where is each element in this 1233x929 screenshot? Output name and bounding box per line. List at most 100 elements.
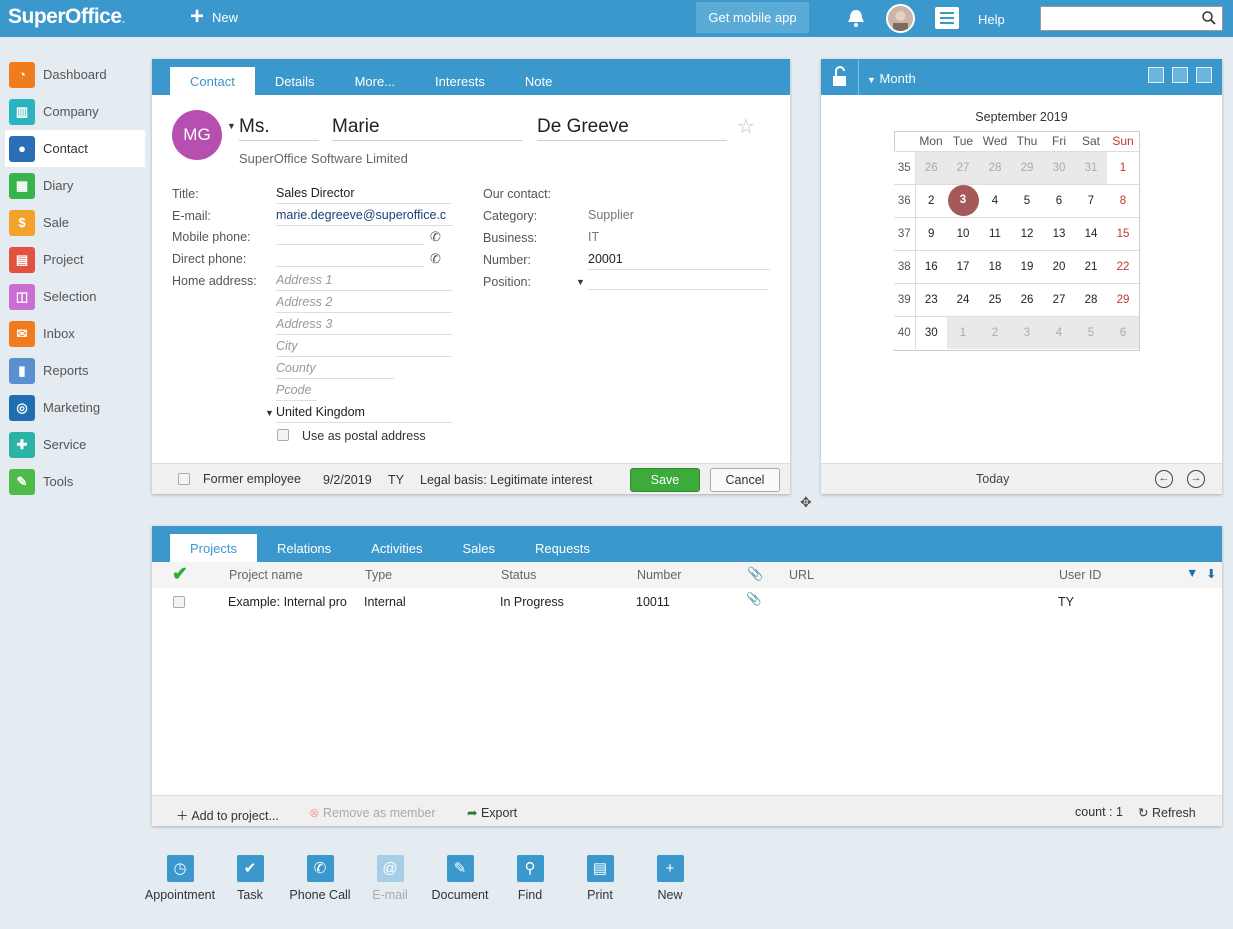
lock-icon[interactable] <box>821 59 859 95</box>
cell-project-name[interactable]: Example: Internal pro <box>228 595 350 609</box>
our-contact-field[interactable] <box>588 186 768 204</box>
calendar-day[interactable]: 27 <box>947 150 979 184</box>
action-new-button[interactable]: + New <box>630 855 710 902</box>
calendar-day[interactable]: 30 <box>915 315 947 349</box>
col-project-name[interactable]: Project name <box>229 568 303 582</box>
cancel-button[interactable]: Cancel <box>710 468 780 492</box>
calendar-day[interactable]: 3 <box>947 183 979 217</box>
salutation-dropdown-icon[interactable]: ▼ <box>227 121 236 131</box>
sidebar-item-diary[interactable]: ▦ Diary <box>5 167 145 204</box>
sidebar-item-company[interactable]: ▥ Company <box>5 93 145 130</box>
calendar-day[interactable]: 3 <box>1011 315 1043 349</box>
select-all-check-icon[interactable]: ✔ <box>172 563 188 586</box>
today-button[interactable]: Today <box>976 472 1009 486</box>
user-avatar[interactable] <box>886 4 915 33</box>
calendar-day[interactable]: 4 <box>1043 315 1075 349</box>
address2-field[interactable]: Address 2 <box>276 295 452 313</box>
first-name-field[interactable]: Marie <box>332 116 522 141</box>
calendar-day[interactable]: 4 <box>979 183 1011 217</box>
person-icon[interactable] <box>1148 67 1164 83</box>
calendar-day[interactable]: 10 <box>947 216 979 250</box>
calendar-day[interactable]: 26 <box>1011 282 1043 316</box>
business-field[interactable]: IT <box>588 230 768 248</box>
action-task-button[interactable]: ✔ Task <box>210 855 290 902</box>
tab-projects[interactable]: Projects <box>170 534 257 562</box>
legal-basis[interactable]: Legal basis: Legitimate interest <box>420 473 592 487</box>
paperclip-icon[interactable]: 📎 <box>747 566 763 582</box>
category-field[interactable]: Supplier <box>588 208 768 226</box>
tab-note[interactable]: Note <box>505 67 572 95</box>
week-number[interactable]: 40 <box>894 315 916 349</box>
calendar-day[interactable]: 1 <box>947 315 979 349</box>
attachment-icon[interactable]: 📎 <box>746 592 762 607</box>
zoom-icon[interactable] <box>1196 67 1212 83</box>
email-field[interactable]: marie.degreeve@superoffice.c <box>276 208 453 226</box>
sidebar-item-reports[interactable]: ▮ Reports <box>5 352 145 389</box>
week-number[interactable]: 36 <box>894 183 916 217</box>
refresh-button[interactable]: ↻ Refresh <box>1138 805 1196 820</box>
calendar-day[interactable]: 18 <box>979 249 1011 283</box>
sidebar-item-service[interactable]: ✚ Service <box>5 426 145 463</box>
save-button[interactable]: Save <box>630 468 700 492</box>
calendar-day[interactable]: 22 <box>1107 249 1139 283</box>
calendar-day[interactable]: 24 <box>947 282 979 316</box>
calendar-day[interactable]: 7 <box>1075 183 1107 217</box>
calendar-day[interactable]: 1 <box>1107 150 1139 184</box>
calendar-day[interactable]: 28 <box>979 150 1011 184</box>
calendar-day[interactable]: 17 <box>947 249 979 283</box>
county-field[interactable]: County <box>276 361 394 379</box>
sidebar-item-marketing[interactable]: ◎ Marketing <box>5 389 145 426</box>
sidebar-item-inbox[interactable]: ✉ Inbox <box>5 315 145 352</box>
week-number[interactable]: 35 <box>894 150 916 184</box>
search-icon[interactable] <box>1201 10 1217 26</box>
calendar-day[interactable]: 6 <box>1043 183 1075 217</box>
action-document-button[interactable]: ✎ Document <box>420 855 500 902</box>
bell-icon[interactable] <box>845 7 867 32</box>
calendar-day[interactable]: 20 <box>1043 249 1075 283</box>
tab-relations[interactable]: Relations <box>257 534 351 562</box>
arrow-left-icon[interactable]: ← <box>1155 470 1173 488</box>
col-user-id[interactable]: User ID <box>1059 568 1101 582</box>
remove-member-button[interactable]: ⊗ Remove as member <box>309 805 436 820</box>
calendar-day[interactable]: 11 <box>979 216 1011 250</box>
sidebar-item-contact[interactable]: ● Contact <box>5 130 145 167</box>
contact-avatar[interactable]: MG <box>172 110 222 160</box>
phone-icon[interactable]: ✆ <box>430 229 441 245</box>
tab-activities[interactable]: Activities <box>351 534 442 562</box>
week-number[interactable]: 37 <box>894 216 916 250</box>
search-input[interactable] <box>1040 6 1223 31</box>
arrow-right-icon[interactable]: → <box>1187 470 1205 488</box>
tab-details[interactable]: Details <box>255 67 335 95</box>
address1-field[interactable]: Address 1 <box>276 273 452 291</box>
company-link[interactable]: SuperOffice Software Limited <box>239 151 408 166</box>
calendar-day[interactable]: 6 <box>1107 315 1139 349</box>
direct-phone-field[interactable] <box>276 249 424 267</box>
calendar-day[interactable]: 21 <box>1075 249 1107 283</box>
postcode-field[interactable]: Pcode <box>276 383 316 401</box>
export-button[interactable]: ➦ Export <box>467 805 517 820</box>
calendar-day[interactable]: 12 <box>1011 216 1043 250</box>
action-phone-call-button[interactable]: ✆ Phone Call <box>280 855 360 902</box>
postal-address-checkbox[interactable] <box>277 429 289 441</box>
calendar-day[interactable]: 19 <box>1011 249 1043 283</box>
action-e-mail-button[interactable]: @ E-mail <box>350 855 430 902</box>
calendar-icon[interactable] <box>1172 67 1188 83</box>
calendar-day[interactable]: 15 <box>1107 216 1139 250</box>
star-icon[interactable]: ☆ <box>737 114 755 139</box>
last-name-field[interactable]: De Greeve <box>537 116 727 141</box>
calendar-day[interactable]: 9 <box>915 216 947 250</box>
position-field[interactable] <box>588 272 768 290</box>
calendar-mode-dropdown[interactable]: ▼ Month <box>867 71 916 86</box>
tab-contact[interactable]: Contact <box>170 67 255 95</box>
col-number[interactable]: Number <box>637 568 681 582</box>
col-type[interactable]: Type <box>365 568 392 582</box>
calendar-day[interactable]: 29 <box>1107 282 1139 316</box>
action-print-button[interactable]: ▤ Print <box>560 855 640 902</box>
row-checkbox[interactable] <box>173 596 185 608</box>
country-field[interactable]: United Kingdom <box>276 405 452 423</box>
calendar-day[interactable]: 5 <box>1075 315 1107 349</box>
help-link[interactable]: Help <box>978 12 1005 27</box>
position-dropdown-icon[interactable]: ▼ <box>576 277 585 287</box>
calendar-day[interactable]: 13 <box>1043 216 1075 250</box>
add-to-project-button[interactable]: ＋ Add to project... <box>176 805 279 824</box>
